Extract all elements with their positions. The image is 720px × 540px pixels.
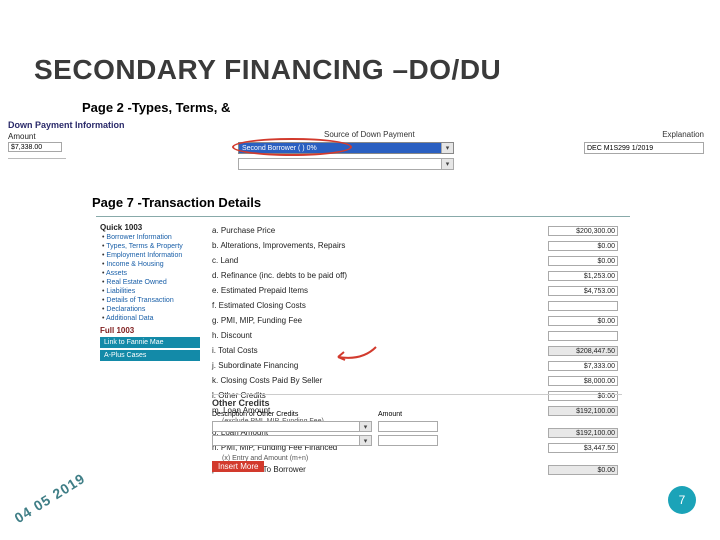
subtitle-page2: Page 2 -Types, Terms, & xyxy=(82,100,230,115)
row-value-field[interactable]: $7,333.00 xyxy=(548,361,618,371)
table-row: i. Total Costs$208,447.50 xyxy=(212,343,622,358)
row-value-field[interactable] xyxy=(548,331,618,341)
down-payment-info-heading: Down Payment Information xyxy=(8,120,125,130)
page2-grab: Down Payment Information Amount $7,338.0… xyxy=(8,120,704,180)
explanation-field[interactable]: DEC M1S299 1/2019 xyxy=(584,142,704,154)
row-label: i. Total Costs xyxy=(212,346,548,355)
nav-link-fannie-mae[interactable]: Link to Fannie Mae xyxy=(100,337,200,348)
nav-reo[interactable]: Real Estate Owned xyxy=(102,279,198,286)
table-row: a. Purchase Price$200,300.00 xyxy=(212,223,622,238)
nav-liabilities[interactable]: Liabilities xyxy=(102,288,198,295)
table-row: k. Closing Costs Paid By Seller$8,000.00 xyxy=(212,373,622,388)
chevron-down-icon: ▾ xyxy=(441,143,453,153)
left-nav: Quick 1003 Borrower Information Types, T… xyxy=(96,221,204,363)
page7-grab: Quick 1003 Borrower Information Types, T… xyxy=(96,216,630,476)
row-value-field[interactable]: $0.00 xyxy=(548,316,618,326)
slide: SECONDARY FINANCING –DO/DU Page 2 -Types… xyxy=(0,0,720,540)
amount-label: Amount xyxy=(8,132,36,141)
subtitle-page7: Page 7 -Transaction Details xyxy=(92,195,261,210)
source-label: Source of Down Payment xyxy=(324,130,415,139)
slide-number-badge: 7 xyxy=(668,486,696,514)
oc-amount-field-2[interactable] xyxy=(378,435,438,446)
row-value-field[interactable]: $8,000.00 xyxy=(548,376,618,386)
oc-desc-dropdown-1[interactable]: ▾ xyxy=(212,421,372,432)
row-label: b. Alterations, Improvements, Repairs xyxy=(212,241,548,250)
nav-assets[interactable]: Assets xyxy=(102,270,198,277)
nav-borrower-info[interactable]: Borrower Information xyxy=(102,234,198,241)
other-credits-heading: Other Credits xyxy=(212,394,622,408)
oc-amount-field-1[interactable] xyxy=(378,421,438,432)
table-row: e. Estimated Prepaid Items$4,753.00 xyxy=(212,283,622,298)
table-row: c. Land$0.00 xyxy=(212,253,622,268)
nav-income-housing[interactable]: Income & Housing xyxy=(102,261,198,268)
amount-field-2[interactable] xyxy=(8,158,66,168)
table-row: g. PMI, MIP, Funding Fee$0.00 xyxy=(212,313,622,328)
red-oval-annotation xyxy=(232,138,352,156)
row-value-field: $208,447.50 xyxy=(548,346,618,356)
table-row: f. Estimated Closing Costs xyxy=(212,298,622,313)
explanation-label: Explanation xyxy=(662,130,704,139)
row-label: g. PMI, MIP, Funding Fee xyxy=(212,316,548,325)
nav-employment[interactable]: Employment Information xyxy=(102,252,198,259)
row-value-field[interactable]: $200,300.00 xyxy=(548,226,618,236)
red-arrow-annotation xyxy=(332,343,378,363)
row-label: d. Refinance (inc. debts to be paid off) xyxy=(212,271,548,280)
row-label: f. Estimated Closing Costs xyxy=(212,301,548,310)
row-label: c. Land xyxy=(212,256,548,265)
other-credits-section: Other Credits Description of Other Credi… xyxy=(212,394,622,446)
row-label: j. Subordinate Financing xyxy=(212,361,548,370)
row-label: h. Discount xyxy=(212,331,548,340)
row-label: e. Estimated Prepaid Items xyxy=(212,286,548,295)
row-value-field[interactable]: $1,253.00 xyxy=(548,271,618,281)
row-value-field[interactable]: $0.00 xyxy=(548,241,618,251)
chevron-down-icon: ▾ xyxy=(359,422,371,431)
row-label: a. Purchase Price xyxy=(212,226,548,235)
row-value-field[interactable]: $4,753.00 xyxy=(548,286,618,296)
table-row: b. Alterations, Improvements, Repairs$0.… xyxy=(212,238,622,253)
table-row: d. Refinance (inc. debts to be paid off)… xyxy=(212,268,622,283)
nav-additional-data[interactable]: Additional Data xyxy=(102,315,198,322)
slide-title: SECONDARY FINANCING –DO/DU xyxy=(34,54,501,86)
insert-more-button[interactable]: Insert More xyxy=(212,461,264,472)
chevron-down-icon: ▾ xyxy=(441,159,453,169)
table-row: j. Subordinate Financing$7,333.00 xyxy=(212,358,622,373)
nav-types-terms[interactable]: Types, Terms & Property xyxy=(102,243,198,250)
table-row: h. Discount xyxy=(212,328,622,343)
nav-declarations[interactable]: Declarations xyxy=(102,306,198,313)
footer-date: 04 05 2019 xyxy=(12,470,88,526)
chevron-down-icon: ▾ xyxy=(359,436,371,445)
table-row: p. Cash From/To Borrower$0.00 xyxy=(212,462,622,477)
row-value-field[interactable]: $0.00 xyxy=(548,256,618,266)
oc-desc-label: Description of Other Credits xyxy=(212,411,372,418)
oc-amount-label: Amount xyxy=(378,411,402,418)
row-value-field: $0.00 xyxy=(548,465,618,475)
row-value-field[interactable] xyxy=(548,301,618,311)
row-label: k. Closing Costs Paid By Seller xyxy=(212,376,548,385)
nav-aplus-quick[interactable]: A-Plus Cases xyxy=(100,350,200,361)
amount-field[interactable]: $7,338.00 xyxy=(8,142,62,152)
quick-1003-heading: Quick 1003 xyxy=(100,223,200,232)
row-note: (x) Entry and Amount (m+n) xyxy=(222,455,622,462)
source-dropdown-2[interactable]: ▾ xyxy=(238,158,454,170)
full-1003-heading: Full 1003 xyxy=(100,326,200,335)
nav-details-transaction[interactable]: Details of Transaction xyxy=(102,297,198,304)
oc-desc-dropdown-2[interactable]: ▾ xyxy=(212,435,372,446)
